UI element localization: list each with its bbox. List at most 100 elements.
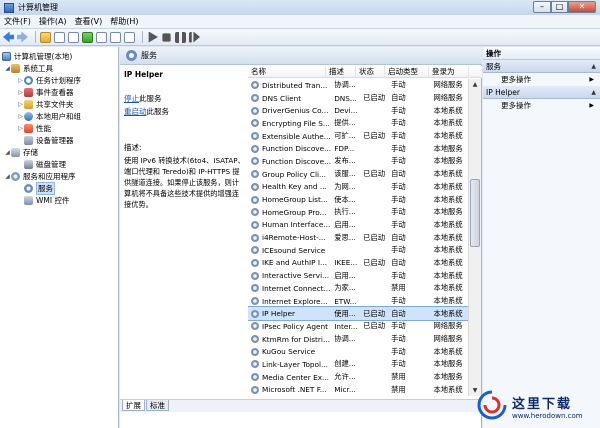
collapse-arrow-icon[interactable]: ▲ bbox=[591, 60, 596, 73]
menu-help[interactable]: 帮助(H) bbox=[106, 16, 142, 27]
column-header-startup-type[interactable]: 启动类型 bbox=[385, 66, 429, 78]
table-row[interactable]: Internet Explore... ETW... 手动 本地系统 bbox=[248, 295, 470, 308]
tree-item-wmi[interactable]: WMI 控件 bbox=[24, 194, 69, 206]
table-row[interactable]: Interactive Servi... 启用... 手动 本地系统 bbox=[248, 269, 470, 282]
expand-arrow-icon[interactable]: ▷ bbox=[17, 125, 24, 132]
tree-item-root[interactable]: 计算机管理(本地) bbox=[2, 50, 72, 62]
properties-icon[interactable] bbox=[68, 31, 79, 43]
tab-standard[interactable]: 标准 bbox=[146, 400, 169, 411]
table-header: 名称 描述 状态 启动类型 登录为 bbox=[248, 66, 482, 78]
menu-action[interactable]: 操作(A) bbox=[35, 16, 71, 27]
table-row[interactable]: DNS Client DNS... 已启动 自动 网络服务 bbox=[248, 92, 470, 105]
table-row[interactable]: DriverGenius Co... Devi... 手动 本地系统 bbox=[248, 104, 470, 117]
collapse-arrow-icon[interactable]: ▲ bbox=[591, 86, 596, 99]
expand-arrow-icon[interactable]: ▷ bbox=[17, 89, 24, 96]
column-header-description[interactable]: 描述 bbox=[326, 66, 356, 78]
menu-file[interactable]: 文件(F) bbox=[0, 16, 35, 27]
table-row[interactable]: Distributed Tran... 协调... 手动 网络服务 bbox=[248, 79, 470, 92]
table-row[interactable]: KuGou Service 手动 本地系统 bbox=[248, 345, 470, 358]
table-row[interactable]: IP Helper 使用... 已启动 自动 本地系统 bbox=[248, 306, 471, 322]
service-detail-panel: IP Helper 停止此服务 重启动此服务 描述: 使用 IPv6 转换技术(… bbox=[120, 66, 247, 396]
forward-arrow-icon[interactable] bbox=[17, 31, 28, 43]
column-header-logon-as[interactable]: 登录为 bbox=[429, 66, 469, 78]
cell-startup: 手动 bbox=[391, 270, 406, 280]
table-row[interactable]: Human Interface... 启用... 手动 本地系统 bbox=[248, 219, 470, 232]
table-row[interactable]: IKE and AuthIP I... IKEE... 已启动 自动 本地系统 bbox=[248, 257, 470, 270]
up-folder-icon[interactable] bbox=[40, 31, 51, 43]
collapse-arrow-icon[interactable]: ◢ bbox=[4, 65, 11, 72]
refresh-icon[interactable] bbox=[82, 31, 93, 43]
actions-section-ip-helper[interactable]: IP Helper ▲ bbox=[483, 86, 600, 99]
cell-name: Media Center Ex... bbox=[262, 372, 330, 382]
tree-item-services-apps[interactable]: ◢ 服务和应用程序 bbox=[4, 170, 76, 182]
table-row[interactable]: Internet Connect... 为家... 禁用 本地系统 bbox=[248, 282, 470, 295]
table-row[interactable]: Microsoft .NET F... Micr... 禁用 本地系统 bbox=[248, 384, 470, 397]
table-row[interactable]: HomeGroup Pro... 执行... 手动 本地服务 bbox=[248, 206, 470, 219]
close-button[interactable]: ✕ bbox=[568, 1, 596, 13]
vertical-scrollbar[interactable]: ▲ ▼ bbox=[468, 79, 481, 396]
tree-item-disk-management[interactable]: 磁盘管理 bbox=[24, 158, 66, 170]
table-row[interactable]: IPsec Policy Agent Inter... 已启动 手动 网络服务 bbox=[248, 320, 470, 333]
cell-desc: 该服... bbox=[334, 169, 356, 179]
column-header-status[interactable]: 状态 bbox=[356, 66, 385, 78]
restart-service-link[interactable]: 重启动 bbox=[124, 107, 147, 116]
table-row[interactable]: Encrypting File S... 提供... 手动 本地系统 bbox=[248, 117, 470, 130]
show-hide-tree-icon[interactable] bbox=[54, 31, 65, 43]
window-title: 计算机管理 bbox=[18, 3, 58, 12]
scrollbar-thumb[interactable] bbox=[470, 179, 480, 247]
menu-view[interactable]: 查看(V) bbox=[71, 16, 107, 27]
cell-name: Extensible Authe... bbox=[262, 131, 331, 141]
stop-service-link[interactable]: 停止 bbox=[124, 94, 139, 103]
service-gear-icon bbox=[251, 373, 259, 382]
tree-item-performance[interactable]: ▷ 性能 bbox=[17, 122, 51, 134]
table-row[interactable]: KtmRm for Distri... 协调... 手动 网络服务 bbox=[248, 333, 470, 346]
maximize-button[interactable]: □ bbox=[551, 1, 568, 13]
tree-item-task-scheduler[interactable]: ▷ 任务计划程序 bbox=[17, 74, 81, 86]
tree-item-shared-folders[interactable]: ▷ 共享文件夹 bbox=[17, 98, 74, 110]
tree-item-services[interactable]: 服务 bbox=[24, 181, 55, 195]
console-view-icon[interactable] bbox=[124, 31, 135, 43]
tree-item-local-users[interactable]: ▷ 本地用户和组 bbox=[17, 110, 81, 122]
minimize-button[interactable]: – bbox=[533, 1, 551, 13]
table-row[interactable]: Media Center Ex... 允许... 禁用 本地服务 bbox=[248, 371, 470, 384]
tab-extended[interactable]: 扩展 bbox=[122, 400, 145, 411]
back-arrow-icon[interactable] bbox=[3, 31, 14, 43]
table-row[interactable]: HomeGroup List... 使本... 手动 本地系统 bbox=[248, 193, 470, 206]
cell-logon: 网络服务 bbox=[433, 93, 463, 103]
stop-service-row: 停止此服务 bbox=[124, 93, 243, 104]
table-row[interactable]: Extensible Authe... 可扩... 已启动 手动 本地系统 bbox=[248, 130, 470, 143]
collapse-arrow-icon[interactable]: ◢ bbox=[4, 173, 11, 180]
table-row[interactable]: Group Policy Cli... 该服... 已启动 自动 本地系统 bbox=[248, 168, 470, 181]
table-row[interactable]: Link-Layer Topol... 创建... 手动 本地服务 bbox=[248, 358, 470, 371]
tree-item-storage[interactable]: ◢ 存储 bbox=[4, 146, 38, 158]
table-row[interactable]: Health Key and ... 为网... 手动 本地系统 bbox=[248, 181, 470, 194]
stop-service-icon[interactable] bbox=[162, 32, 171, 42]
table-row[interactable]: ICEsound Service 手动 本地系统 bbox=[248, 244, 470, 257]
more-actions-ip-helper[interactable]: 更多操作 ▶ bbox=[483, 99, 600, 112]
restart-service-icon[interactable] bbox=[189, 31, 200, 43]
table-row[interactable]: Function Discove... 发布... 手动 本地服务 bbox=[248, 155, 470, 168]
scroll-up-arrow-icon[interactable]: ▲ bbox=[469, 79, 481, 90]
expand-arrow-icon[interactable]: ▷ bbox=[17, 77, 24, 84]
export-list-icon[interactable] bbox=[96, 31, 107, 43]
services-pane: 服务 IP Helper 停止此服务 重启动此服务 描述: 使用 IPv6 转换… bbox=[120, 47, 482, 428]
expand-arrow-icon[interactable]: ▷ bbox=[17, 113, 24, 120]
tree-item-system-tools[interactable]: ◢ 系统工具 bbox=[4, 62, 53, 74]
start-service-icon[interactable] bbox=[148, 31, 158, 43]
cell-logon: 本地服务 bbox=[433, 359, 463, 369]
collapse-arrow-icon[interactable]: ◢ bbox=[4, 149, 11, 156]
actions-section-services[interactable]: 服务 ▲ bbox=[483, 60, 600, 73]
pause-service-icon[interactable] bbox=[175, 31, 186, 43]
help-icon[interactable] bbox=[110, 31, 121, 43]
more-actions-services[interactable]: 更多操作 ▶ bbox=[483, 73, 600, 86]
table-row[interactable]: i4Remote-Host-... 爱思... 已启动 自动 本地系统 bbox=[248, 231, 470, 244]
tree-item-event-viewer[interactable]: ▷ 事件查看器 bbox=[17, 86, 74, 98]
column-header-name[interactable]: 名称 bbox=[248, 66, 326, 78]
table-row[interactable]: Function Discove... FDP... 手动 本地服务 bbox=[248, 142, 470, 155]
cell-logon: 本地系统 bbox=[433, 131, 463, 141]
expand-arrow-icon[interactable]: ▷ bbox=[17, 101, 24, 108]
cell-status: 已启动 bbox=[363, 169, 385, 179]
cell-name: HomeGroup List... bbox=[262, 195, 328, 205]
watermark-logo-icon bbox=[477, 390, 507, 420]
tree-item-device-manager[interactable]: 设备管理器 bbox=[24, 134, 74, 146]
